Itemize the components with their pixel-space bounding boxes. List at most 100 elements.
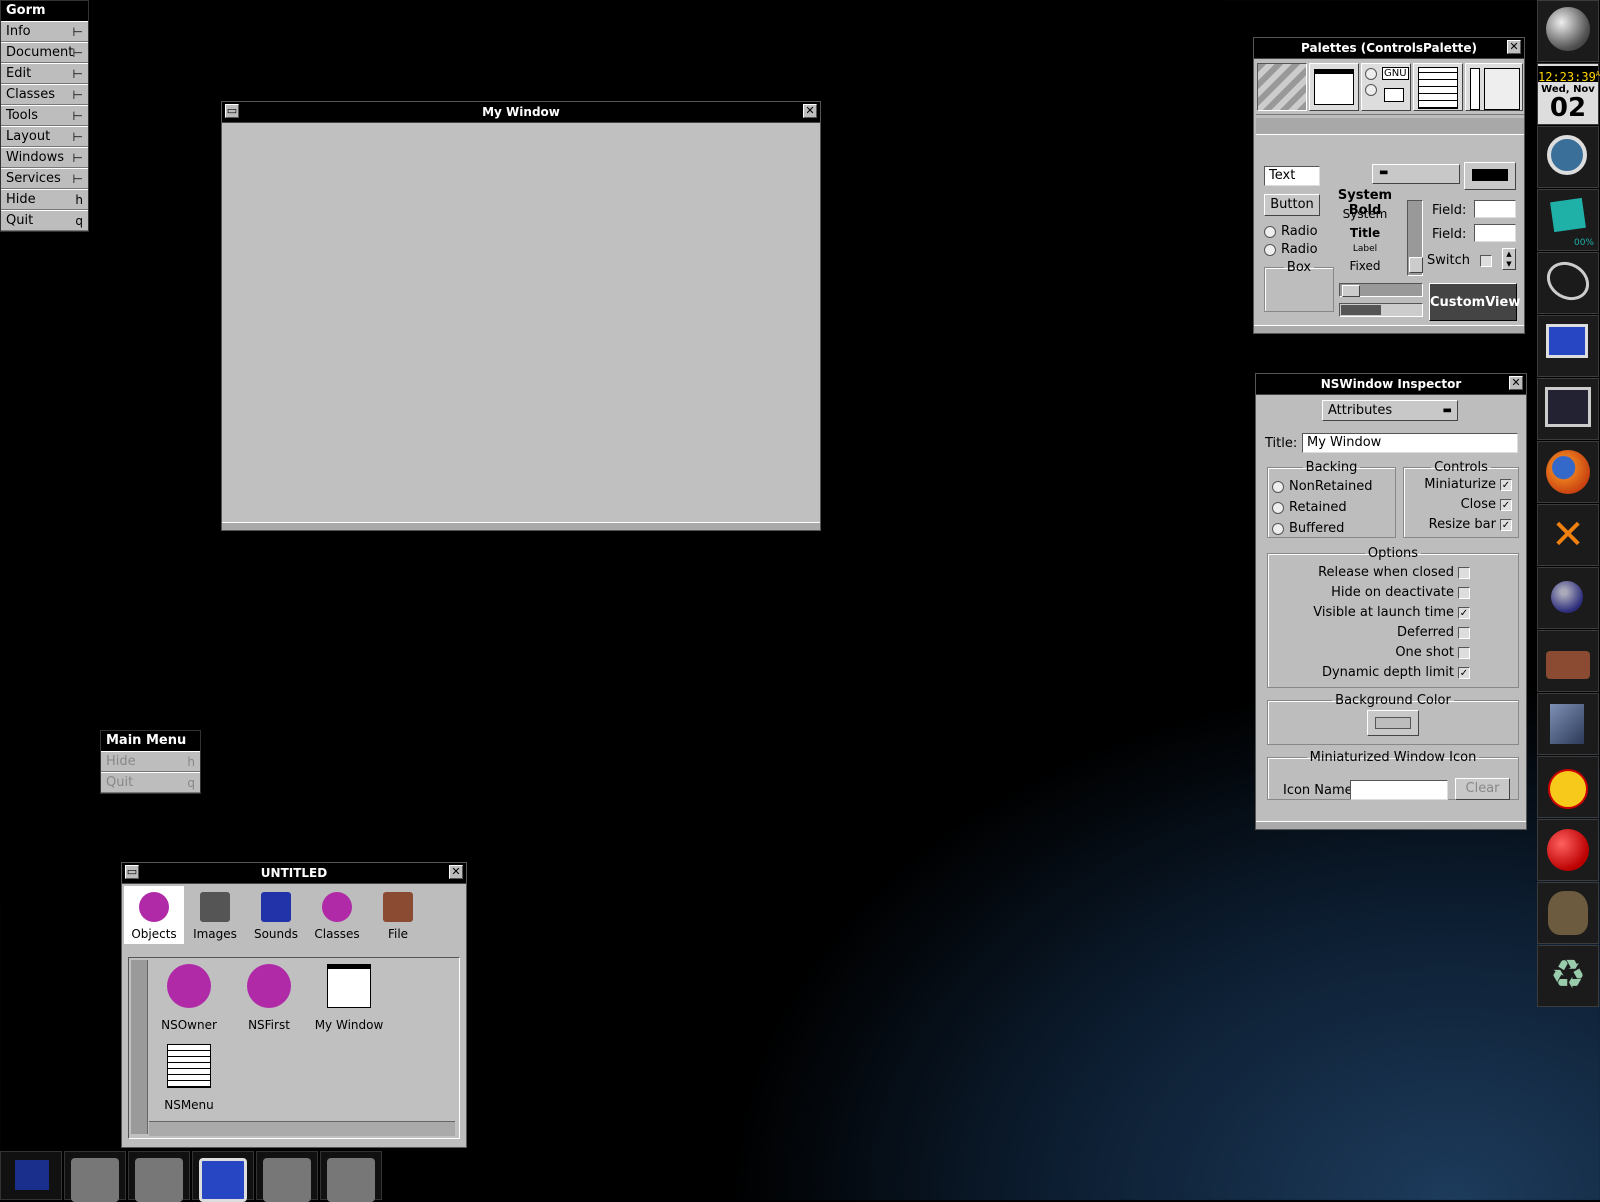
task-openoffice-icon[interactable] [0,1151,62,1200]
dock-xchat-icon[interactable]: ✕ [1537,504,1599,566]
custom-view-sample[interactable]: CustomView [1429,283,1520,321]
dock-yahoo-icon[interactable] [1537,756,1599,818]
object-nsmenu[interactable]: NSMenu [151,1042,227,1118]
dock-gorm-icon[interactable] [1537,630,1599,692]
dock-display-icon[interactable] [1537,315,1599,377]
options-one-shot[interactable]: One shot [1268,645,1470,665]
button-sample[interactable]: Button [1264,194,1320,216]
app-menu-title[interactable]: Gorm [1,1,88,21]
miniaturize-button[interactable]: ▭ [225,104,239,118]
icon-name-field[interactable] [1350,780,1448,800]
menu-item-info[interactable]: Info ⊢ [1,21,88,42]
menu-item-services[interactable]: Services ⊢ [1,168,88,189]
miniaturize-button[interactable]: ▭ [125,865,139,879]
object-nsowner[interactable]: NSOwner [151,962,227,1038]
horizontal-scrollbar[interactable] [149,1121,455,1136]
vertical-scrollbar[interactable] [131,960,148,1134]
tab-images[interactable]: Images [185,886,245,944]
dock-terminal-icon[interactable] [1537,378,1599,440]
task-gimp-icon[interactable] [128,1151,190,1202]
object-nsfirst[interactable]: NSFirst [231,962,307,1038]
close-icon[interactable]: ✕ [449,865,463,879]
options-deferred[interactable]: Deferred [1268,625,1470,645]
menu-item-hide[interactable]: Hide h [1,189,88,210]
close-icon[interactable]: ✕ [803,104,817,118]
menu-item-edit[interactable]: Edit ⊢ [1,63,88,84]
radio-sample-2[interactable]: Radio [1264,242,1318,257]
main-menu-quit[interactable]: Quit q [101,772,200,793]
slider-sample[interactable] [1339,283,1423,297]
task-gimp-icon[interactable] [256,1151,318,1202]
palettes-resize-bar[interactable] [1254,325,1524,333]
dock-clock[interactable]: 12:23:39A Wed, Nov 02 [1537,63,1600,125]
task-gimp-icon[interactable] [64,1151,126,1202]
menu-item-quit[interactable]: Quit q [1,210,88,231]
controls-resize-bar[interactable]: Resize bar ✓ [1404,517,1512,537]
color-well-sample[interactable] [1464,162,1516,190]
background-color-well[interactable] [1367,710,1419,736]
data-palette-icon[interactable] [1413,63,1463,111]
text-field-sample[interactable]: Text [1264,166,1320,186]
palettes-titlebar[interactable]: Palettes (ControlsPalette) ✕ [1254,38,1524,59]
options-visible-at-launch-time[interactable]: Visible at launch time ✓ [1268,605,1470,625]
windows-palette-icon[interactable] [1309,63,1359,111]
dock-eclipse-icon[interactable] [1537,567,1599,629]
scroller-sample[interactable] [1407,200,1423,276]
backing-nonretained[interactable]: NonRetained [1272,479,1395,500]
controls-palette-icon[interactable]: GNU [1361,63,1411,111]
menu-item-tools[interactable]: Tools ⊢ [1,105,88,126]
font-label[interactable]: Label [1320,244,1410,259]
tab-sounds[interactable]: Sounds [246,886,306,944]
tab-classes[interactable]: Classes [307,886,367,944]
dock-tools-icon[interactable] [1537,252,1599,314]
dock-firefox-icon[interactable] [1537,441,1599,503]
dock-timer-icon[interactable] [1537,126,1599,188]
object-my-window[interactable]: My Window [311,962,387,1038]
field-sample-2[interactable] [1474,224,1516,242]
dock-monitor-icon[interactable]: 00% [1537,189,1599,251]
radio-sample-1[interactable]: Radio [1264,224,1318,239]
clear-button[interactable]: Clear [1455,778,1510,800]
dock-stop-icon[interactable] [1537,819,1599,881]
options-dynamic-depth-limit[interactable]: Dynamic depth limit ✓ [1268,665,1470,685]
close-icon[interactable]: ✕ [1507,40,1521,54]
menu-item-layout[interactable]: Layout ⊢ [1,126,88,147]
my-window-titlebar[interactable]: ▭ My Window ✕ [222,102,820,123]
field-sample-1[interactable] [1474,200,1516,218]
untitled-titlebar[interactable]: ▭ UNTITLED ✕ [122,863,466,884]
menus-palette-icon[interactable] [1257,63,1307,111]
inspector-titlebar[interactable]: NSWindow Inspector ✕ [1256,374,1526,395]
dock-projectcenter-icon[interactable] [1537,693,1599,755]
dock-gnu-icon[interactable] [1537,882,1599,944]
backing-buffered[interactable]: Buffered [1272,521,1395,542]
task-display-icon[interactable] [192,1151,254,1202]
font-fixed[interactable]: Fixed [1320,259,1410,278]
controls-close[interactable]: Close ✓ [1404,497,1512,517]
main-menu-hide[interactable]: Hide h [101,751,200,772]
backing-retained[interactable]: Retained [1272,500,1395,521]
font-system-bold[interactable]: System Bold [1320,188,1410,218]
menu-item-document[interactable]: Document ⊢ [1,42,88,63]
controls-miniaturize[interactable]: Miniaturize ✓ [1404,477,1512,497]
dock-recycler-icon[interactable]: ♻ [1537,945,1599,1007]
dock-gnustep-icon[interactable] [1537,0,1599,62]
my-window-resize-bar[interactable] [222,522,820,530]
task-gimp-icon[interactable] [320,1151,382,1202]
close-icon[interactable]: ✕ [1509,376,1523,390]
more-palette-icon[interactable] [1465,63,1523,111]
stepper-sample[interactable]: ▲ ▼ [1502,248,1516,270]
popup-button-sample[interactable]: ▬ [1372,164,1460,184]
options-hide-on-deactivate[interactable]: Hide on deactivate [1268,585,1470,605]
tab-file[interactable]: File [368,886,428,944]
options-release-when-closed[interactable]: Release when closed [1268,565,1470,585]
menu-item-windows[interactable]: Windows ⊢ [1,147,88,168]
tab-objects[interactable]: Objects [124,886,184,944]
switch-sample[interactable]: Switch [1427,253,1493,268]
main-menu-title[interactable]: Main Menu [101,731,200,751]
my-window-content[interactable] [222,123,820,523]
inspector-resize-bar[interactable] [1256,821,1526,829]
inspector-mode-popup[interactable]: Attributes ▬ [1322,400,1458,421]
font-system[interactable]: System [1320,207,1410,226]
font-title[interactable]: Title [1320,226,1410,244]
title-field[interactable]: My Window [1302,433,1518,453]
